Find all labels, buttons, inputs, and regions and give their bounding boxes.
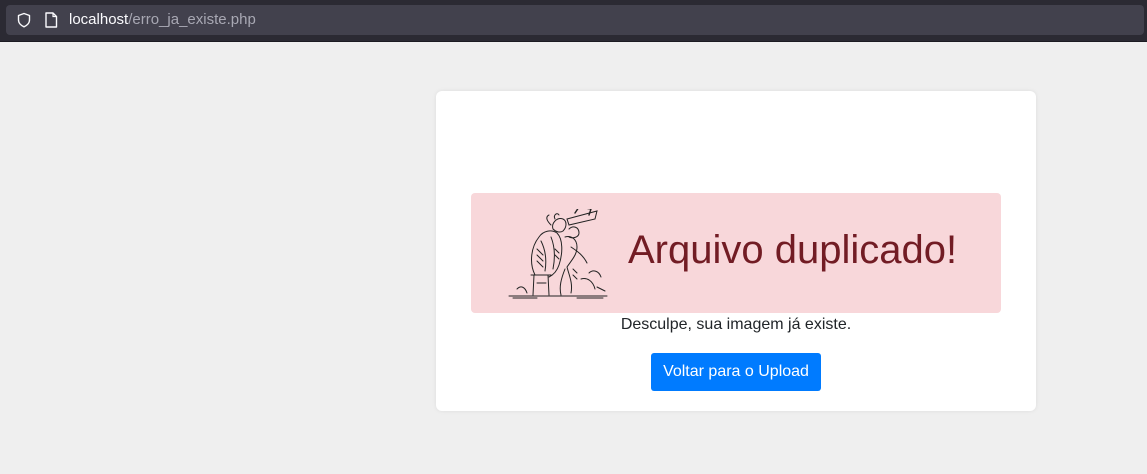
url-path: /erro_ja_existe.php — [128, 11, 256, 28]
alert-box: Arquivo duplicado! — [471, 193, 1001, 313]
shield-icon[interactable] — [16, 12, 32, 28]
alert-title: Arquivo duplicado! — [628, 228, 958, 272]
browser-toolbar: localhost/erro_ja_existe.php — [0, 0, 1147, 42]
page-icon — [45, 12, 58, 28]
url-host: localhost — [69, 11, 129, 28]
address-bar[interactable]: localhost/erro_ja_existe.php — [6, 5, 1144, 35]
back-to-upload-button[interactable]: Voltar para o Upload — [651, 353, 821, 391]
error-message: Desculpe, sua imagem já existe. — [620, 316, 852, 333]
url-text[interactable]: localhost/erro_ja_existe.php — [69, 12, 256, 28]
sketch-illustration — [508, 209, 608, 299]
error-card: Arquivo duplicado! Desculpe, sua imagem … — [436, 91, 1036, 411]
